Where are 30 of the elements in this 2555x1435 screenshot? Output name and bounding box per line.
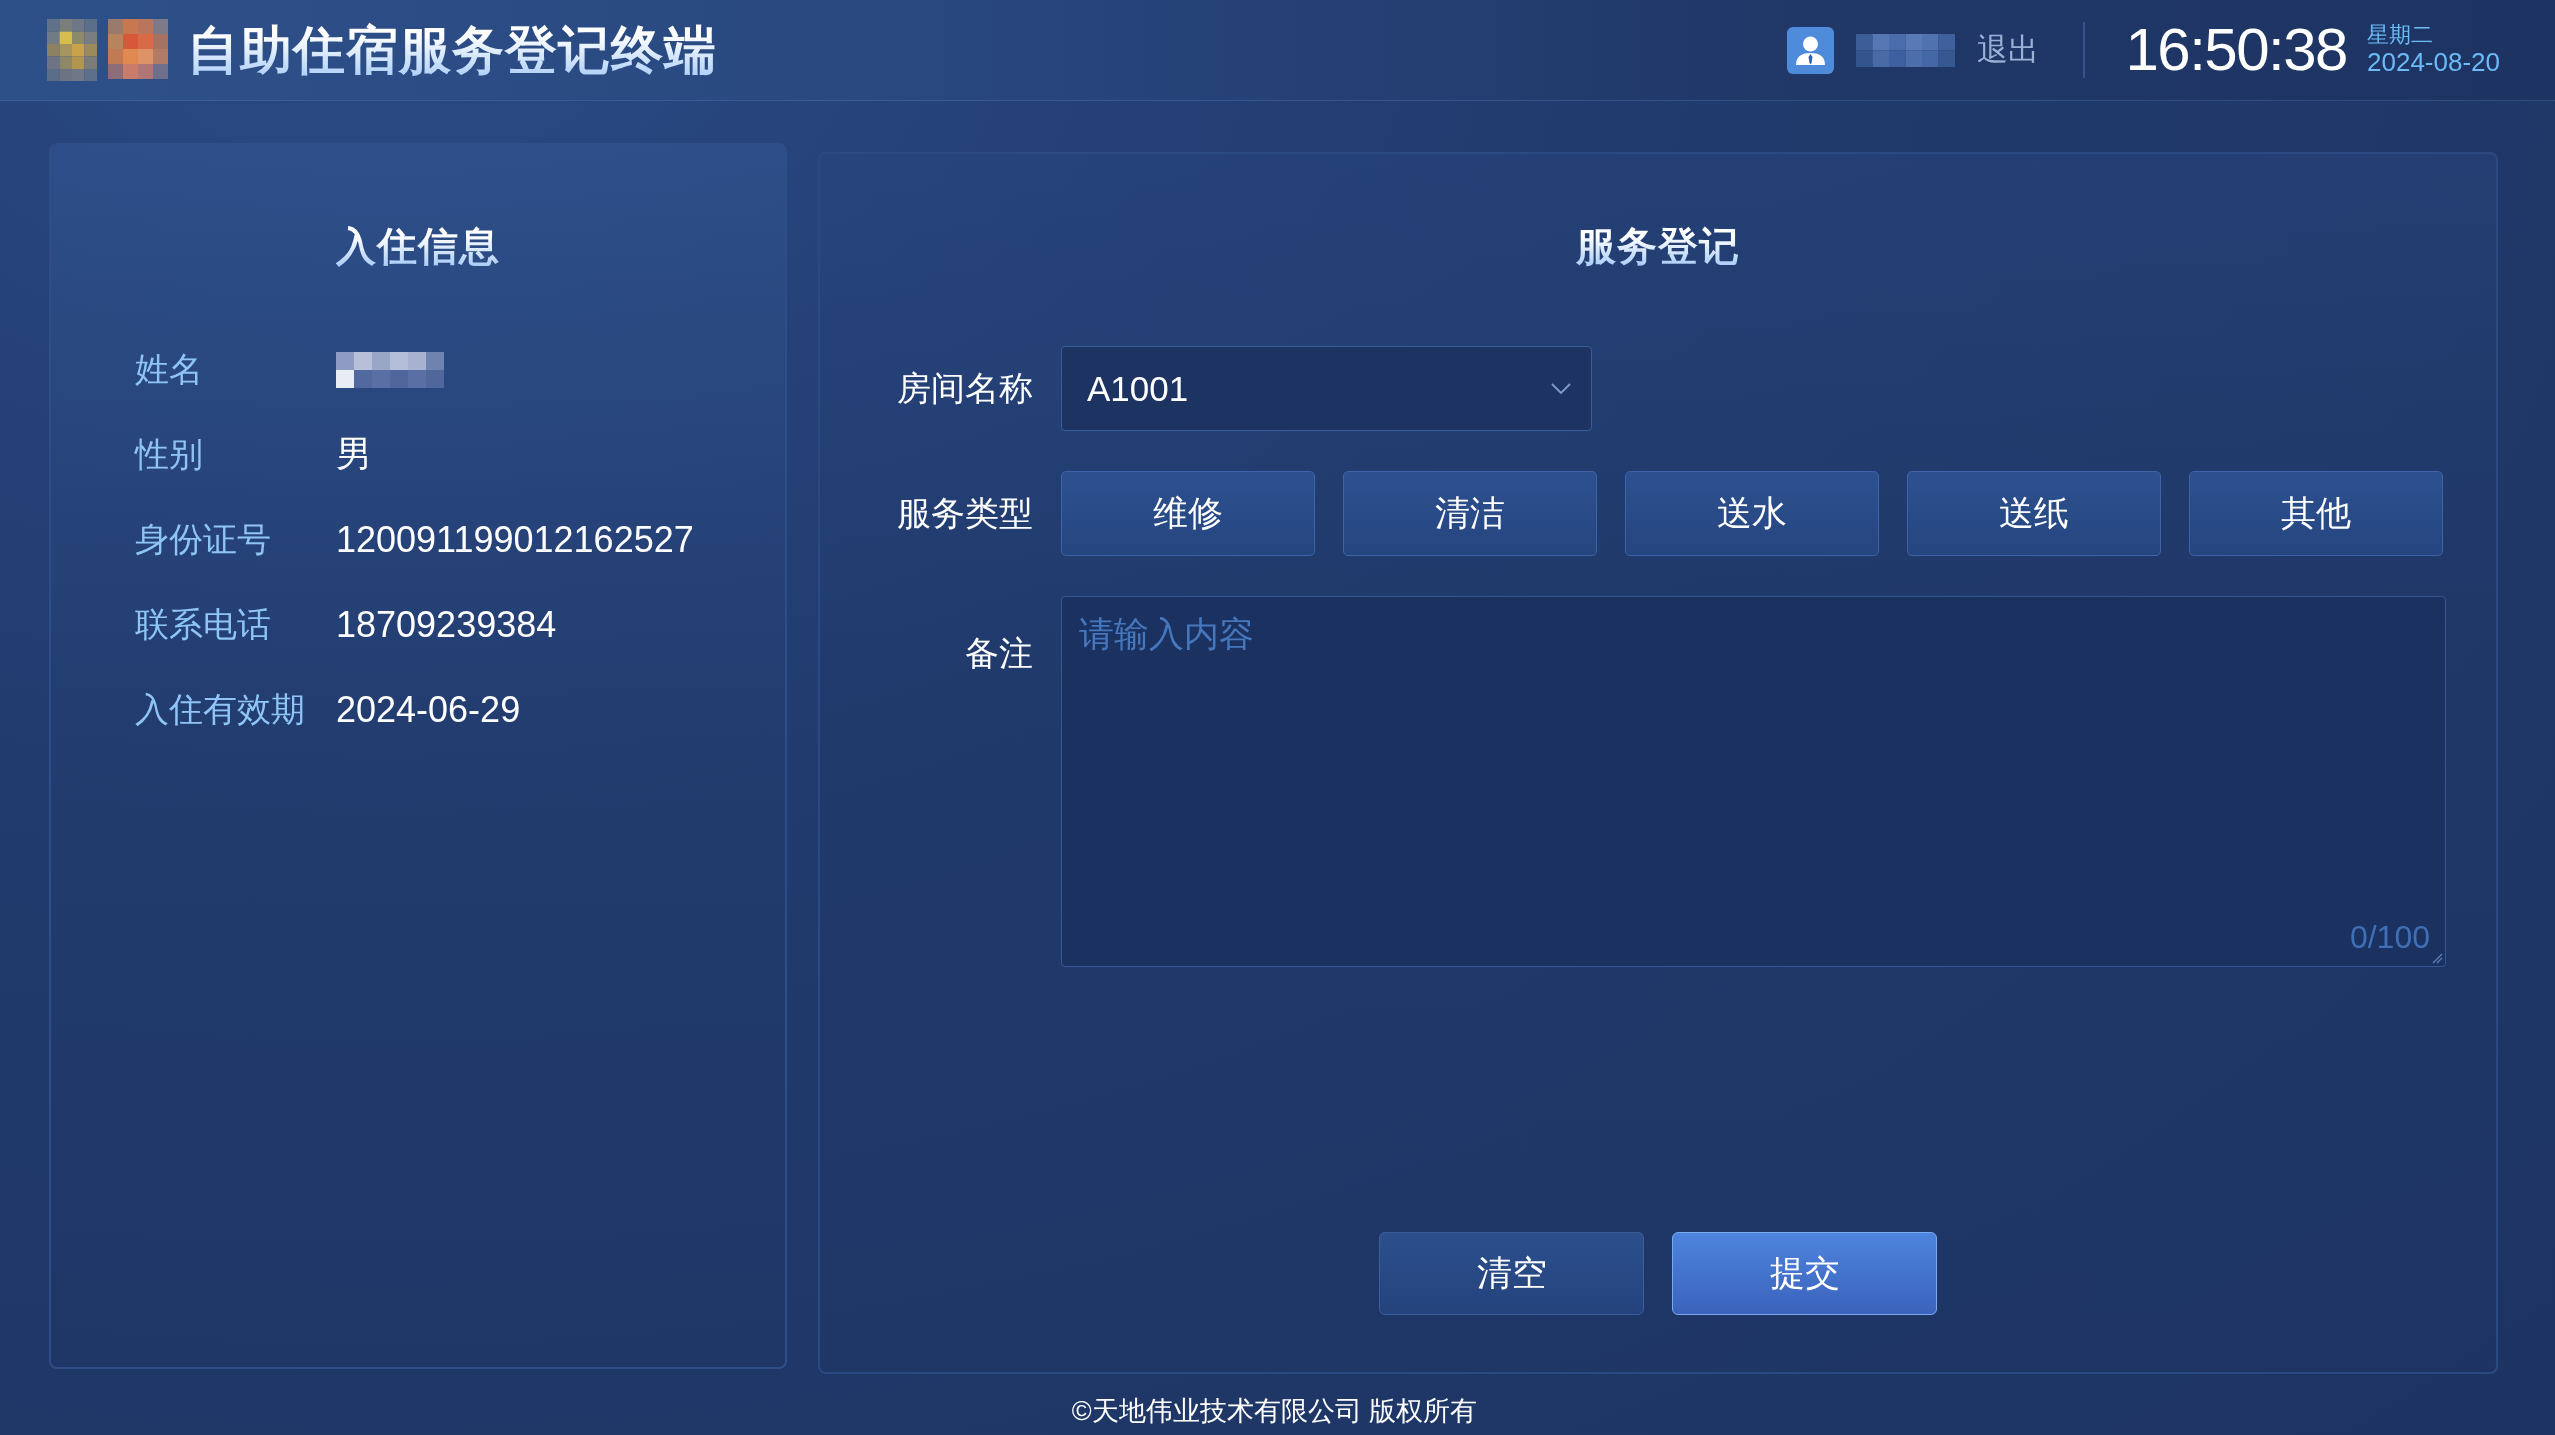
form-label: 备注 bbox=[965, 633, 1033, 674]
service-type-option[interactable]: 其他 bbox=[2189, 471, 2443, 556]
clear-button[interactable]: 清空 bbox=[1379, 1232, 1644, 1315]
field-label: 性别 bbox=[135, 433, 204, 475]
field-value: 18709239384 bbox=[336, 603, 557, 646]
date-label: 2024-08-20 bbox=[2367, 47, 2500, 78]
field-label: 姓名 bbox=[135, 348, 204, 390]
copyright-text: ©天地伟业技术有限公司 版权所有 bbox=[1071, 1394, 1478, 1428]
service-type-option[interactable]: 送纸 bbox=[1907, 471, 2161, 556]
clock-time: 16:50:38 bbox=[2125, 20, 2347, 80]
field-value: 2024-06-29 bbox=[336, 688, 521, 731]
field-label: 身份证号 bbox=[135, 518, 272, 560]
service-type-option[interactable]: 维修 bbox=[1061, 471, 1315, 556]
form-label: 服务类型 bbox=[897, 492, 1033, 534]
logout-button[interactable]: 退出 bbox=[1977, 31, 2040, 69]
chevron-down-icon bbox=[1551, 383, 1571, 394]
field-label: 入住有效期 bbox=[135, 688, 306, 730]
character-counter: 0/100 bbox=[2349, 921, 2430, 953]
user-avatar-icon bbox=[1787, 26, 1835, 74]
service-type-option[interactable]: 送水 bbox=[1625, 471, 1879, 556]
room-select[interactable]: A1001 bbox=[1061, 346, 1592, 431]
form-label: 房间名称 bbox=[897, 367, 1033, 409]
weekday-label: 星期二 bbox=[2367, 22, 2434, 48]
field-value: 120091199012162527 bbox=[336, 518, 694, 561]
submit-button[interactable]: 提交 bbox=[1672, 1232, 1937, 1315]
field-value: 男 bbox=[336, 432, 372, 476]
mosaic-logo-icon bbox=[47, 19, 168, 81]
resize-grip-icon[interactable] bbox=[2432, 953, 2443, 964]
field-label: 联系电话 bbox=[135, 603, 272, 645]
service-type-option[interactable]: 清洁 bbox=[1343, 471, 1597, 556]
